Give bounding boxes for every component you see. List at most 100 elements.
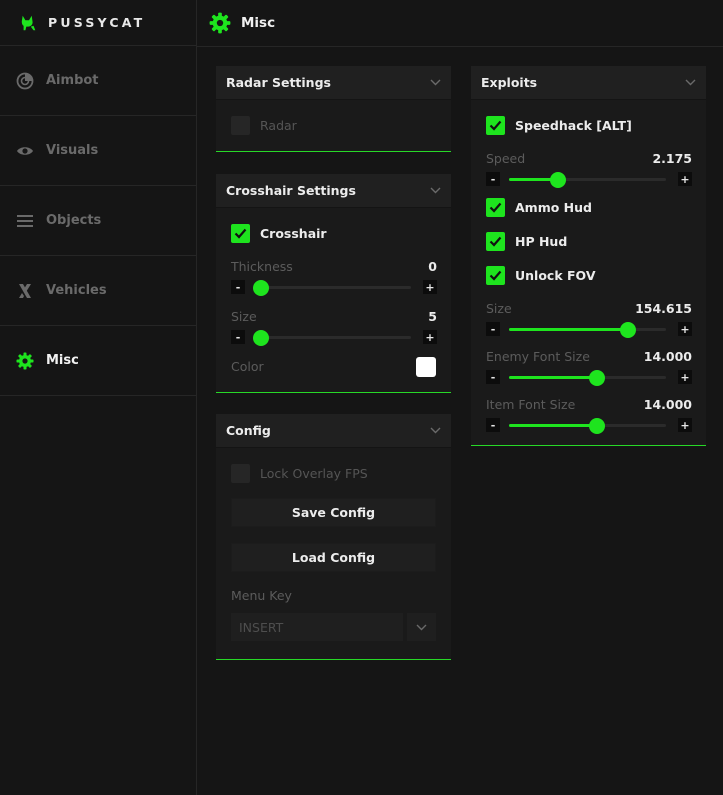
chevron-down-icon[interactable] (429, 77, 441, 89)
panel-title: Crosshair Settings (226, 183, 356, 198)
ammo-hud-toggle-row[interactable]: Ammo Hud (486, 197, 592, 217)
sidebar-item-misc[interactable]: Misc (0, 326, 196, 396)
checkbox-label: HP Hud (515, 233, 568, 249)
enemy-font-size-value: 14.000 (643, 349, 692, 364)
slider-thumb[interactable] (549, 171, 566, 188)
chevron-down-icon[interactable] (429, 185, 441, 197)
panel-header[interactable]: Exploits (471, 66, 706, 100)
unlock-fov-checkbox[interactable] (486, 265, 505, 285)
chevron-down-icon (416, 624, 427, 630)
color-label: Color (231, 359, 264, 374)
slider-fill (509, 328, 629, 331)
crosshair-toggle-row[interactable]: Crosshair (231, 223, 327, 243)
radar-settings-panel: Radar Settings Radar (216, 66, 451, 152)
x-shape-icon (16, 282, 34, 300)
gear-icon (16, 352, 34, 370)
fov-size-increment-button[interactable]: + (678, 322, 692, 336)
size-slider[interactable] (253, 329, 411, 346)
sidebar-item-objects[interactable]: Objects (0, 186, 196, 256)
panel-header[interactable]: Radar Settings (216, 66, 451, 100)
sidebar-item-visuals[interactable]: Visuals (0, 116, 196, 186)
menu-key-select[interactable]: INSERT (231, 613, 403, 641)
checkbox-label: Unlock FOV (515, 267, 596, 283)
logo: PUSSYCAT (0, 0, 196, 46)
fov-size-slider[interactable] (509, 321, 666, 338)
sidebar-item-label: Vehicles (46, 283, 107, 298)
eye-icon (16, 142, 34, 160)
sidebar-item-label: Objects (46, 213, 102, 228)
item-font-size-decrement-button[interactable]: - (486, 418, 500, 432)
ammo-hud-checkbox[interactable] (486, 197, 505, 217)
thickness-value: 0 (428, 259, 437, 274)
enemy-font-size-increment-button[interactable]: + (678, 370, 692, 384)
fov-size-label: Size (486, 301, 512, 316)
sidebar: PUSSYCAT Aimbot Visuals Objects Vehicles… (0, 0, 197, 795)
item-font-size-label: Item Font Size (486, 397, 576, 412)
hp-hud-toggle-row[interactable]: HP Hud (486, 231, 567, 251)
speed-decrement-button[interactable]: - (486, 172, 500, 186)
speed-increment-button[interactable]: + (678, 172, 692, 186)
config-panel: Config Lock Overlay FPS Save Config Load… (216, 414, 451, 660)
unlock-fov-toggle-row[interactable]: Unlock FOV (486, 265, 596, 285)
item-font-size-slider[interactable] (509, 417, 666, 434)
thickness-label: Thickness (231, 259, 293, 274)
speed-slider[interactable] (509, 171, 666, 188)
slider-thumb[interactable] (253, 279, 269, 296)
lock-fps-toggle-row[interactable]: Lock Overlay FPS (231, 463, 368, 483)
thickness-slider[interactable] (253, 279, 411, 296)
load-config-button[interactable]: Load Config (231, 543, 436, 572)
page-header: Misc (197, 0, 723, 47)
radar-checkbox[interactable] (231, 115, 250, 135)
enemy-font-size-decrement-button[interactable]: - (486, 370, 500, 384)
sidebar-item-aimbot[interactable]: Aimbot (0, 46, 196, 116)
speed-value: 2.175 (652, 151, 692, 166)
thickness-increment-button[interactable]: + (423, 280, 437, 294)
slider-thumb[interactable] (588, 417, 605, 434)
thickness-decrement-button[interactable]: - (231, 280, 245, 294)
checkbox-label: Radar (260, 117, 297, 133)
slider-thumb[interactable] (253, 329, 269, 346)
chevron-down-icon[interactable] (429, 425, 441, 437)
lock-fps-checkbox[interactable] (231, 463, 250, 483)
checkbox-label: Ammo Hud (515, 199, 592, 215)
radar-icon (16, 72, 34, 90)
fov-size-value: 154.615 (635, 301, 692, 316)
hp-hud-checkbox[interactable] (486, 231, 505, 251)
sidebar-item-vehicles[interactable]: Vehicles (0, 256, 196, 326)
checkmark-icon (489, 202, 502, 213)
menu-key-label: Menu Key (231, 588, 292, 603)
item-font-size-increment-button[interactable]: + (678, 418, 692, 432)
checkbox-label: Lock Overlay FPS (260, 465, 368, 481)
slider-thumb[interactable] (620, 321, 637, 338)
save-config-button[interactable]: Save Config (231, 498, 436, 527)
menu-key-dropdown-button[interactable] (407, 613, 436, 641)
size-decrement-button[interactable]: - (231, 330, 245, 344)
exploits-panel: Exploits Speedhack [ALT] Speed 2.175 - +… (471, 66, 706, 446)
checkmark-icon (234, 228, 247, 239)
crosshair-color-swatch[interactable] (416, 357, 436, 377)
speedhack-toggle-row[interactable]: Speedhack [ALT] (486, 115, 632, 135)
page-title: Misc (241, 15, 276, 31)
panel-header[interactable]: Crosshair Settings (216, 174, 451, 208)
fov-size-decrement-button[interactable]: - (486, 322, 500, 336)
panel-title: Exploits (481, 75, 538, 90)
checkmark-icon (489, 270, 502, 281)
speedhack-checkbox[interactable] (486, 115, 505, 135)
chevron-down-icon[interactable] (684, 77, 696, 89)
checkbox-label: Speedhack [ALT] (515, 117, 632, 133)
radar-toggle-row[interactable]: Radar (231, 115, 297, 135)
size-increment-button[interactable]: + (423, 330, 437, 344)
sidebar-item-label: Misc (46, 353, 79, 368)
slider-thumb[interactable] (588, 369, 605, 386)
checkmark-icon (489, 120, 502, 131)
panel-header[interactable]: Config (216, 414, 451, 448)
checkbox-label: Crosshair (260, 225, 327, 241)
slider-fill (509, 376, 597, 379)
checkmark-icon (489, 236, 502, 247)
enemy-font-size-slider[interactable] (509, 369, 666, 386)
sidebar-item-label: Aimbot (46, 73, 99, 88)
crosshair-settings-panel: Crosshair Settings Crosshair Thickness 0… (216, 174, 451, 393)
size-value: 5 (428, 309, 437, 324)
speed-label: Speed (486, 151, 526, 166)
crosshair-checkbox[interactable] (231, 223, 250, 243)
